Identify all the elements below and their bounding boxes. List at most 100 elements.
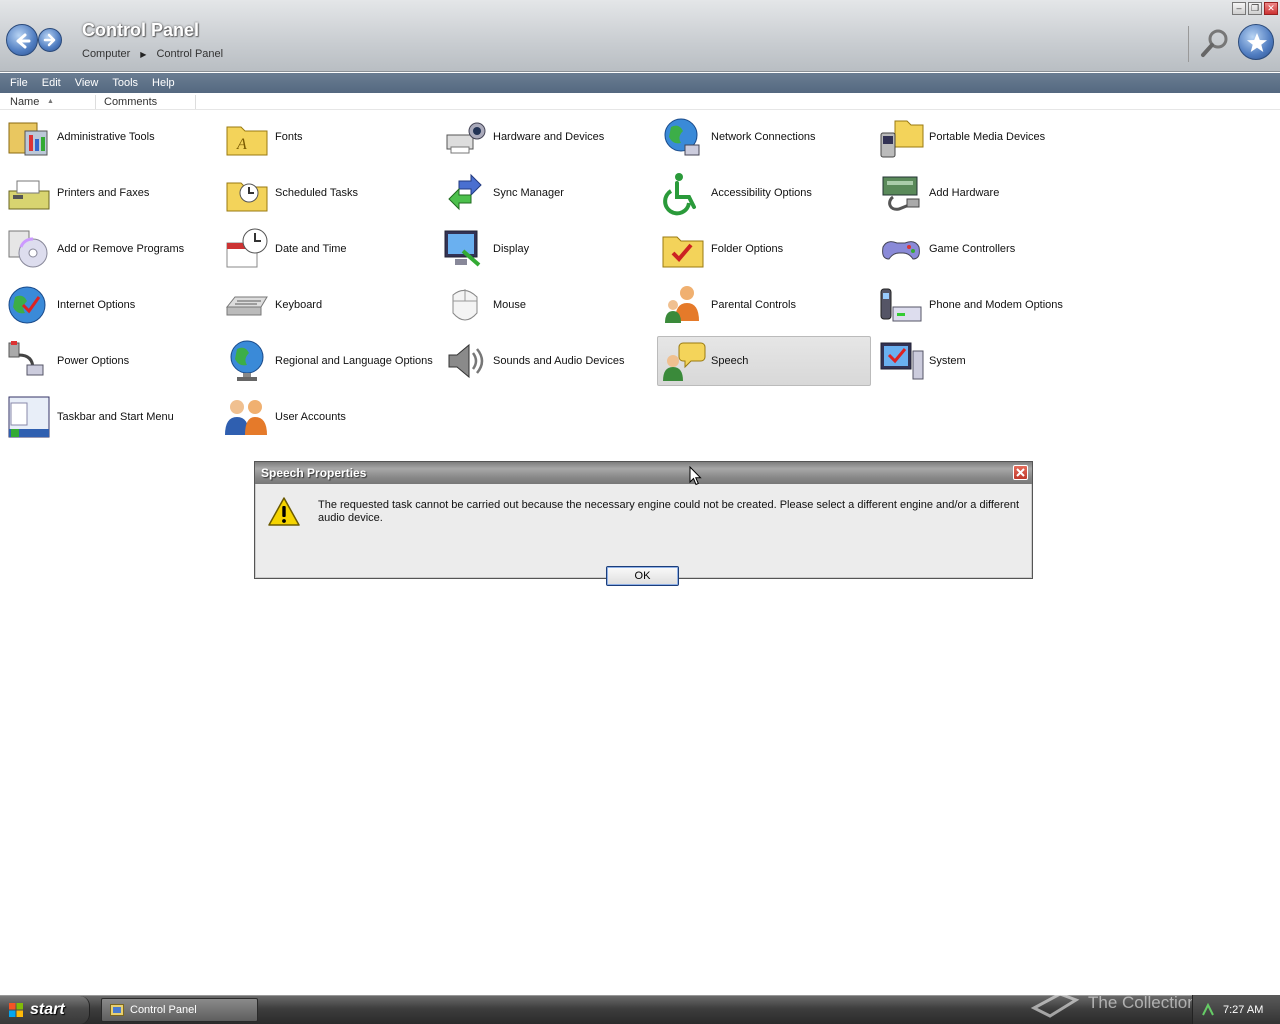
- chevron-right-icon[interactable]: ▶: [140, 50, 146, 59]
- speech-bubble-icon: [658, 337, 708, 385]
- clock[interactable]: 7:27 AM: [1223, 1004, 1263, 1016]
- cp-item-sync-manager[interactable]: Sync Manager: [439, 168, 653, 218]
- minimize-button[interactable]: –: [1232, 2, 1246, 15]
- cp-item-speech[interactable]: Speech: [657, 336, 871, 386]
- date-time-clock-icon: [222, 225, 272, 273]
- cp-item-phone-and-modem-options[interactable]: Phone and Modem Options: [875, 280, 1089, 330]
- start-button[interactable]: start: [0, 996, 90, 1024]
- close-icon: [1016, 468, 1025, 477]
- menu-help[interactable]: Help: [146, 77, 181, 89]
- cp-item-administrative-tools[interactable]: Administrative Tools: [3, 112, 217, 162]
- cp-item-label: Power Options: [57, 355, 130, 367]
- keyboard-icon: [222, 281, 272, 329]
- cp-item-add-hardware[interactable]: Add Hardware: [875, 168, 1089, 218]
- menu-edit[interactable]: Edit: [36, 77, 67, 89]
- sync-arrows-icon: [440, 169, 490, 217]
- dialog-body: The requested task cannot be carried out…: [255, 484, 1032, 586]
- speaker-icon: [440, 337, 490, 385]
- forward-button[interactable]: [38, 28, 62, 52]
- cp-item-label: Scheduled Tasks: [275, 187, 358, 199]
- cp-item-network-connections[interactable]: Network Connections: [657, 112, 871, 162]
- cp-item-power-options[interactable]: Power Options: [3, 336, 217, 386]
- column-name-label: Name: [10, 95, 40, 108]
- favorites-button[interactable]: [1238, 24, 1274, 60]
- cp-item-label: Add or Remove Programs: [57, 243, 185, 255]
- cp-item-label: Regional and Language Options: [275, 355, 433, 367]
- internet-globe-icon: [4, 281, 54, 329]
- cp-item-portable-media-devices[interactable]: Portable Media Devices: [875, 112, 1089, 162]
- column-name-header[interactable]: Name ▲: [0, 94, 96, 109]
- star-icon: [1247, 33, 1267, 52]
- mouse-icon: [440, 281, 490, 329]
- cp-item-display[interactable]: Display: [439, 224, 653, 274]
- user-accounts-icon: [222, 393, 272, 441]
- cp-item-date-and-time[interactable]: Date and Time: [221, 224, 435, 274]
- folder-options-icon: [658, 225, 708, 273]
- hardware-devices-icon: [440, 113, 490, 161]
- cp-item-add-or-remove-programs[interactable]: Add or Remove Programs: [3, 224, 217, 274]
- cp-item-user-accounts[interactable]: User Accounts: [221, 392, 435, 442]
- accessibility-wheelchair-icon: [658, 169, 708, 217]
- cp-item-label: Keyboard: [275, 299, 323, 311]
- cp-item-label: Accessibility Options: [711, 187, 812, 199]
- taskbar-control-panel-button[interactable]: Control Panel: [101, 998, 258, 1022]
- window-title: Control Panel: [82, 20, 200, 40]
- cp-item-printers-and-faxes[interactable]: Printers and Faxes: [3, 168, 217, 218]
- dialog-title-bar[interactable]: Speech Properties: [255, 462, 1032, 484]
- cp-item-mouse[interactable]: Mouse: [439, 280, 653, 330]
- cp-item-parental-controls[interactable]: Parental Controls: [657, 280, 871, 330]
- mouse-cursor-icon: [689, 466, 702, 486]
- close-window-button[interactable]: ✕: [1264, 2, 1278, 15]
- book-icon: [1030, 992, 1080, 1018]
- cp-item-label: Display: [493, 243, 530, 255]
- cp-item-folder-options[interactable]: Folder Options: [657, 224, 871, 274]
- cp-item-label: Folder Options: [711, 243, 784, 255]
- cp-item-keyboard[interactable]: Keyboard: [221, 280, 435, 330]
- cp-item-label: System: [929, 355, 966, 367]
- cp-item-label: Mouse: [493, 299, 527, 311]
- fonts-folder-icon: A: [222, 113, 272, 161]
- cp-item-taskbar-and-start-menu[interactable]: Taskbar and Start Menu: [3, 392, 217, 442]
- control-panel-icon: [110, 1004, 124, 1016]
- cp-item-internet-options[interactable]: Internet Options: [3, 280, 217, 330]
- restore-button[interactable]: ❐: [1248, 2, 1262, 15]
- menu-view[interactable]: View: [69, 77, 105, 89]
- breadcrumb-computer[interactable]: Computer: [82, 48, 130, 60]
- network-tray-icon[interactable]: [1201, 1002, 1215, 1017]
- menu-file[interactable]: File: [4, 77, 34, 89]
- column-comments-header[interactable]: Comments: [96, 94, 196, 109]
- cp-item-label: Parental Controls: [711, 299, 796, 311]
- cp-item-sounds-and-audio-devices[interactable]: Sounds and Audio Devices: [439, 336, 653, 386]
- cp-item-label: Taskbar and Start Menu: [57, 411, 174, 423]
- cp-item-hardware-and-devices[interactable]: Hardware and Devices: [439, 112, 653, 162]
- cp-item-label: User Accounts: [275, 411, 346, 423]
- add-hardware-icon: [876, 169, 926, 217]
- breadcrumb-control-panel[interactable]: Control Panel: [156, 48, 223, 60]
- display-monitor-icon: [440, 225, 490, 273]
- power-plug-icon: [4, 337, 54, 385]
- speech-properties-dialog: Speech Properties The requested task can…: [254, 461, 1033, 586]
- cp-item-label: Add Hardware: [929, 187, 1000, 199]
- arrow-right-icon: [43, 33, 56, 47]
- cp-item-regional-and-language-options[interactable]: Regional and Language Options: [221, 336, 435, 386]
- cp-item-label: Network Connections: [711, 131, 816, 143]
- dialog-close-button[interactable]: [1013, 465, 1028, 480]
- menu-tools[interactable]: Tools: [106, 77, 144, 89]
- cp-item-accessibility-options[interactable]: Accessibility Options: [657, 168, 871, 218]
- cp-item-label: Game Controllers: [929, 243, 1016, 255]
- printer-fax-icon: [4, 169, 54, 217]
- taskbar-control-panel-label: Control Panel: [130, 1004, 197, 1016]
- search-button[interactable]: [1198, 26, 1232, 60]
- cp-item-scheduled-tasks[interactable]: Scheduled Tasks: [221, 168, 435, 218]
- cp-item-label: Printers and Faxes: [57, 187, 150, 199]
- cp-item-system[interactable]: System: [875, 336, 1089, 386]
- network-globe-icon: [658, 113, 708, 161]
- cp-item-label: Internet Options: [57, 299, 136, 311]
- scheduled-tasks-folder-icon: [222, 169, 272, 217]
- window-controls: – ❐ ✕: [1232, 2, 1278, 15]
- cp-item-game-controllers[interactable]: Game Controllers: [875, 224, 1089, 274]
- cp-item-fonts[interactable]: A Fonts: [221, 112, 435, 162]
- system-monitor-icon: [876, 337, 926, 385]
- back-button[interactable]: [6, 24, 38, 56]
- ok-button[interactable]: OK: [606, 566, 679, 586]
